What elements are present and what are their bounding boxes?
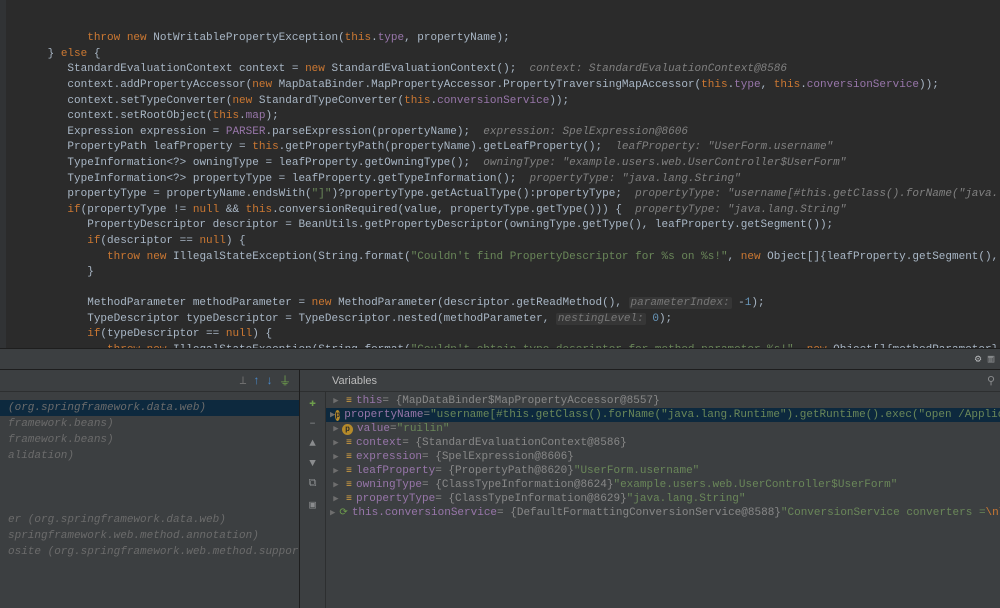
more-icon[interactable]: ▣ <box>309 498 316 512</box>
frame-row[interactable]: framework.beans) <box>0 416 299 432</box>
frame-row[interactable]: alidation) <box>0 448 299 464</box>
expand-icon[interactable]: ▶ <box>330 438 342 448</box>
frame-row[interactable]: (org.springframework.data.web) <box>0 400 299 416</box>
param-icon: p <box>342 424 353 435</box>
code-editor[interactable]: throw new NotWritablePropertyException(t… <box>0 0 1000 348</box>
filter-icon[interactable]: ⏚ <box>279 372 291 389</box>
variable-row[interactable]: ▶≡propertyType = {ClassTypeInformation@8… <box>326 492 1000 506</box>
expand-icon[interactable]: ▶ <box>330 452 342 462</box>
param-icon: p <box>335 410 340 421</box>
expand-icon[interactable]: ▶ <box>330 396 342 406</box>
right-rail: ▥ ⚲ <box>982 348 1000 608</box>
gutter <box>0 0 6 348</box>
down-icon[interactable]: ▼ <box>309 458 316 470</box>
frame-row[interactable]: er (org.springframework.data.web) <box>0 512 299 528</box>
frame-row[interactable]: osite (org.springframework.web.method.su… <box>0 544 299 560</box>
gear-icon[interactable]: ⚙ <box>975 352 982 366</box>
variables-icon-column: ✚ – ▲ ▼ ⧉ ▣ <box>300 392 326 608</box>
next-frame-icon[interactable]: ↓ <box>266 374 273 388</box>
frames-panel[interactable]: ⟂ ↑ ↓ ⏚ (org.springframework.data.web) f… <box>0 370 300 608</box>
variable-row[interactable]: ▶⟳this.conversionService = {DefaultForma… <box>326 506 1000 520</box>
expand-icon[interactable]: ▶ <box>330 480 342 490</box>
remove-icon[interactable]: – <box>309 418 316 430</box>
variables-panel[interactable]: Variables ✚ – ▲ ▼ ⧉ ▣ ▶≡this = {MapDataB… <box>300 370 1000 608</box>
variable-row[interactable]: ▶≡context = {StandardEvaluationContext@8… <box>326 436 1000 450</box>
add-watch-icon[interactable]: ✚ <box>309 396 316 410</box>
variable-row[interactable]: ▶≡expression = {SpelExpression@8606} <box>326 450 1000 464</box>
frames-toolbar: ⟂ ↑ ↓ ⏚ <box>0 370 299 392</box>
pin-icon[interactable]: ⚲ <box>987 374 995 388</box>
copy-icon[interactable]: ⧉ <box>309 478 317 490</box>
variable-row[interactable]: ▶pvalue = "ruilin" <box>326 422 1000 436</box>
variable-row[interactable]: ▶≡this = {MapDataBinder$MapPropertyAcces… <box>326 394 1000 408</box>
debug-toolbar: ⚙ – <box>0 348 1000 370</box>
prev-frame-icon[interactable]: ↑ <box>253 374 260 388</box>
expand-icon[interactable]: ▶ <box>330 508 335 518</box>
frame-row[interactable]: framework.beans) <box>0 432 299 448</box>
up-icon[interactable]: ▲ <box>309 438 316 450</box>
kw: throw new <box>87 32 153 44</box>
variable-row[interactable]: ▶≡leafProperty = {PropertyPath@8620} "Us… <box>326 464 1000 478</box>
variable-row[interactable]: ▶ppropertyName = "username[#this.getClas… <box>326 408 1000 422</box>
frame-row[interactable]: springframework.web.method.annotation) <box>0 528 299 544</box>
variable-row[interactable]: ▶≡owningType = {ClassTypeInformation@862… <box>326 478 1000 492</box>
expand-icon[interactable]: ▶ <box>330 494 342 504</box>
hide-icon[interactable]: ⟂ <box>239 373 246 388</box>
expand-icon[interactable]: ▶ <box>330 424 342 434</box>
restore-layout-icon[interactable]: ▥ <box>988 352 995 366</box>
variables-header: Variables <box>300 370 1000 392</box>
expand-icon[interactable]: ▶ <box>330 466 342 476</box>
